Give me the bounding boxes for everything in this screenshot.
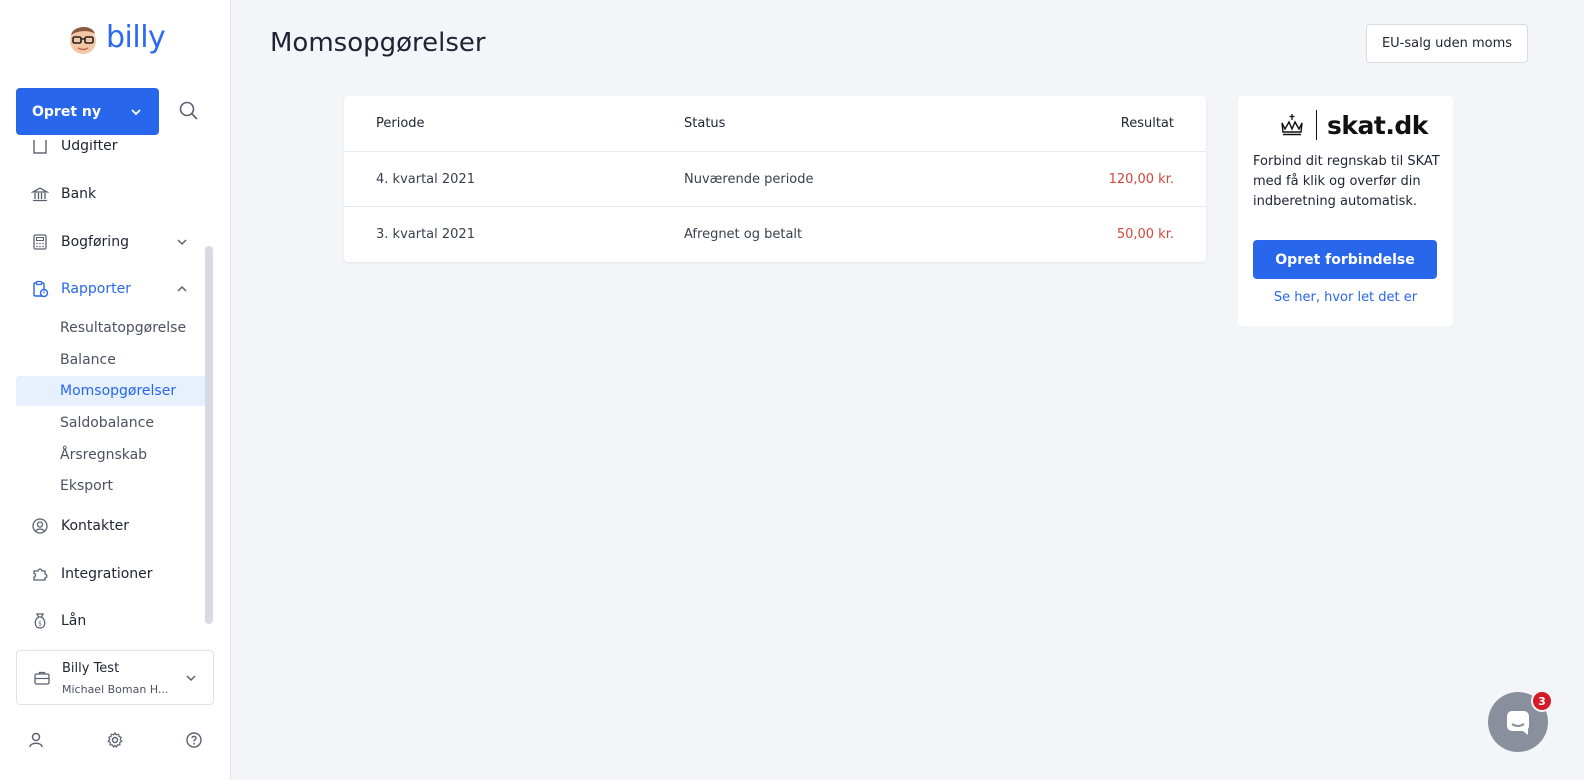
chat-notification-badge: 3 xyxy=(1531,690,1553,712)
user-icon[interactable] xyxy=(27,731,45,749)
skat-logo-text: skat.dk xyxy=(1327,110,1428,140)
money-bag-icon: $ xyxy=(31,612,49,630)
chevron-up-icon xyxy=(177,285,187,292)
sidebar-subitem-eksport[interactable]: Eksport xyxy=(16,471,206,501)
briefcase-icon xyxy=(34,671,50,685)
column-header-status: Status xyxy=(684,116,726,131)
chat-icon xyxy=(1507,711,1529,735)
sidebar-subitem-balance[interactable]: Balance xyxy=(16,345,206,375)
receipt-icon xyxy=(31,140,49,155)
calculator-icon xyxy=(31,233,49,251)
eu-sales-button[interactable]: EU-salg uden moms xyxy=(1366,24,1528,63)
skat-description: Forbind dit regnskab til SKAT med få kli… xyxy=(1253,154,1440,209)
organization-user: Michael Boman H... xyxy=(62,683,169,696)
skat-logo-divider xyxy=(1316,110,1317,140)
organization-name: Billy Test xyxy=(62,661,120,676)
billy-logo[interactable]: billy xyxy=(66,20,166,56)
create-new-label: Opret ny xyxy=(32,103,101,120)
sidebar-subitem-arsregnskab[interactable]: Årsregnskab xyxy=(16,440,206,470)
table-row[interactable]: 3. kvartal 2021 Afregnet og betalt 50,00… xyxy=(344,206,1206,262)
sidebar-item-label: Udgifter xyxy=(61,140,118,154)
billy-face-icon xyxy=(70,26,96,54)
sidebar-item-label: Bank xyxy=(61,186,97,202)
sidebar-item-bank[interactable]: Bank xyxy=(16,174,206,214)
sidebar-item-bogforing[interactable]: Bogføring xyxy=(16,222,206,262)
gear-icon[interactable] xyxy=(106,731,124,749)
sidebar-subitem-saldobalance[interactable]: Saldobalance xyxy=(16,408,206,438)
sidebar-subitem-resultatopgorelse[interactable]: Resultatopgørelse xyxy=(16,313,206,343)
cell-period: 4. kvartal 2021 xyxy=(376,172,475,187)
sidebar-item-kontakter[interactable]: Kontakter xyxy=(16,506,206,546)
sidebar-item-label: Lån xyxy=(61,613,87,629)
sidebar-scrollbar[interactable] xyxy=(205,246,213,624)
sidebar-item-laan[interactable]: $ Lån xyxy=(16,601,206,640)
sidebar-item-udgifter[interactable]: Udgifter xyxy=(16,140,206,166)
sidebar-item-label: Bogføring xyxy=(61,234,129,250)
create-new-button[interactable]: Opret ny xyxy=(16,88,159,135)
puzzle-icon xyxy=(31,565,49,583)
page-title: Momsopgørelser xyxy=(270,28,486,58)
report-icon xyxy=(31,280,49,298)
logo-text: billy xyxy=(106,20,166,55)
crown-icon xyxy=(1281,114,1303,136)
bank-icon xyxy=(31,185,49,203)
skat-help-link[interactable]: Se her, hvor let det er xyxy=(1238,290,1453,305)
cell-status: Nuværende periode xyxy=(684,172,814,187)
sidebar-item-label: Integrationer xyxy=(61,566,153,582)
table-row[interactable]: 4. kvartal 2021 Nuværende periode 120,00… xyxy=(344,151,1206,207)
sidebar-subitem-momsopgorelser[interactable]: Momsopgørelser xyxy=(16,376,206,406)
sidebar-nav: Udgifter Bank Bogføring Rapporter Result… xyxy=(0,140,215,640)
search-icon[interactable] xyxy=(178,100,200,122)
skat-connect-card: skat.dk Forbind dit regnskab til SKAT me… xyxy=(1238,96,1453,326)
organization-switcher[interactable]: Billy Test Michael Boman H... xyxy=(16,650,214,705)
sidebar-item-label: Rapporter xyxy=(61,281,131,297)
contact-icon xyxy=(31,517,49,535)
cell-period: 3. kvartal 2021 xyxy=(376,227,475,242)
connect-skat-button[interactable]: Opret forbindelse xyxy=(1253,240,1437,279)
skat-logo: skat.dk xyxy=(1278,110,1428,140)
chevron-down-icon xyxy=(186,675,196,682)
column-header-result: Resultat xyxy=(1120,116,1174,131)
cell-result: 50,00 kr. xyxy=(1116,227,1174,242)
cell-result: 120,00 kr. xyxy=(1108,172,1174,187)
sidebar: billy Opret ny Udgifter Bank Bogføring R… xyxy=(0,0,231,780)
svg-text:$: $ xyxy=(38,621,42,628)
chevron-down-icon xyxy=(131,108,141,115)
sidebar-item-integrationer[interactable]: Integrationer xyxy=(16,554,206,594)
help-icon[interactable] xyxy=(185,731,203,749)
cell-status: Afregnet og betalt xyxy=(684,227,803,242)
vat-reports-table: Periode Status Resultat 4. kvartal 2021 … xyxy=(344,96,1206,262)
sidebar-item-label: Kontakter xyxy=(61,518,129,534)
column-header-period: Periode xyxy=(376,116,425,131)
chevron-down-icon xyxy=(177,239,187,246)
sidebar-item-rapporter[interactable]: Rapporter xyxy=(16,269,206,309)
